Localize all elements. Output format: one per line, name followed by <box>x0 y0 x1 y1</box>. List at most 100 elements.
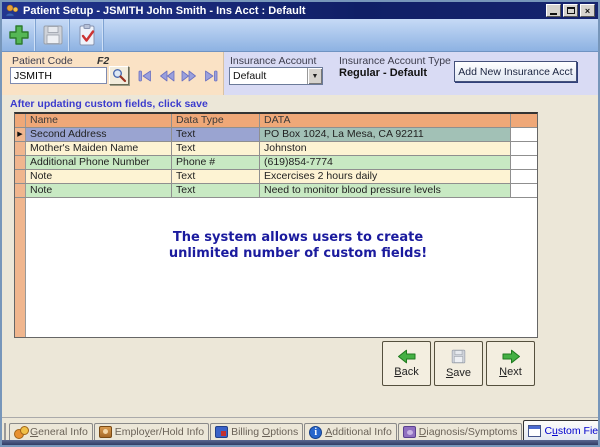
tab-label: General Info <box>30 426 88 438</box>
save-button-label: Save <box>446 367 471 379</box>
tab-employer-hold-info[interactable]: Employer/Hold Info <box>94 423 209 440</box>
maximize-button[interactable] <box>563 4 578 17</box>
row-selector[interactable] <box>15 156 26 169</box>
table-row[interactable]: Additional Phone Number Phone # (619)854… <box>15 156 537 170</box>
table-row[interactable]: Mother's Maiden Name Text Johnston <box>15 142 537 156</box>
cell-name[interactable]: Note <box>26 170 172 183</box>
cell-data-type[interactable]: Phone # <box>172 156 260 169</box>
cell-data-type[interactable]: Text <box>172 142 260 155</box>
chevron-down-icon[interactable]: ▼ <box>307 68 322 84</box>
status-message: After updating custom fields, click save <box>2 95 598 112</box>
tab-custom-fields[interactable]: Custom Fields <box>523 420 600 440</box>
search-icon <box>112 68 127 83</box>
next-record-icon <box>181 70 197 82</box>
table-row[interactable]: Note Text Excercises 2 hours daily <box>15 170 537 184</box>
column-header-data-type[interactable]: Data Type <box>172 114 260 127</box>
label-segment: ack <box>402 366 419 378</box>
cell-data[interactable]: Excercises 2 hours daily <box>260 170 511 183</box>
cell-name[interactable]: Mother's Maiden Name <box>26 142 172 155</box>
cell-data-type[interactable]: Text <box>172 170 260 183</box>
tab-billing-options[interactable]: Billing Options <box>210 423 303 440</box>
diagnosis-icon <box>403 426 416 438</box>
label-segment: N <box>499 366 507 378</box>
next-button[interactable]: Next <box>486 341 535 386</box>
table-row[interactable]: Note Text Need to monitor blood pressure… <box>15 184 537 198</box>
previous-record-button[interactable] <box>158 69 175 82</box>
tab-label: Diagnosis/Symptoms <box>419 426 518 438</box>
row-selector[interactable] <box>15 184 26 197</box>
tab-strip-notch <box>4 423 6 440</box>
save-record-button[interactable] <box>38 21 68 49</box>
insurance-account-value: Default <box>230 70 307 82</box>
back-button-label: Back <box>394 366 418 378</box>
title-bar: Patient Setup - JSMITH John Smith - Ins … <box>2 2 598 19</box>
cell-data[interactable]: (619)854-7774 <box>260 156 511 169</box>
cell-data[interactable]: Johnston <box>260 142 511 155</box>
label-segment: G <box>30 426 38 438</box>
cell-name[interactable]: Additional Phone Number <box>26 156 172 169</box>
tab-general-info[interactable]: General Info <box>9 423 93 440</box>
add-new-insurance-button[interactable]: Add New Insurance Acct <box>454 61 577 82</box>
last-record-icon <box>203 70 219 82</box>
insurance-account-label: Insurance Account <box>230 55 316 67</box>
cell-name[interactable]: Second Address <box>26 128 172 141</box>
validate-button[interactable] <box>72 21 102 49</box>
label-segment: er/Hold Info <box>150 426 204 438</box>
tab-label: Custom Fields <box>544 425 600 437</box>
grid-header-row: Name Data Type DATA <box>15 114 537 128</box>
cell-name[interactable]: Note <box>26 184 172 197</box>
first-record-icon <box>137 70 153 82</box>
toolbar-cell <box>36 19 70 51</box>
patient-code-input[interactable] <box>10 67 107 84</box>
header-corner-cell <box>15 114 26 127</box>
save-icon <box>41 23 65 47</box>
action-button-row: Back Save Next <box>382 341 535 386</box>
tab-additional-info[interactable]: Additional Info <box>304 423 397 440</box>
back-button[interactable]: Back <box>382 341 431 386</box>
label-segment: Emplo <box>115 426 145 438</box>
cell-data-type[interactable]: Text <box>172 184 260 197</box>
label-segment: stom Fields <box>558 425 600 437</box>
row-selector[interactable] <box>15 142 26 155</box>
promo-message-line1: The system allows users to create <box>59 230 537 246</box>
patient-search-button[interactable] <box>109 66 129 85</box>
close-button[interactable]: × <box>580 4 595 17</box>
label-segment: ext <box>507 366 522 378</box>
previous-record-icon <box>159 70 175 82</box>
toolbar-cell <box>2 19 36 51</box>
add-record-icon <box>7 23 31 47</box>
tab-label: Employer/Hold Info <box>115 426 204 438</box>
column-header-data[interactable]: DATA <box>260 114 511 127</box>
cell-data-type[interactable]: Text <box>172 128 260 141</box>
promo-message-line2: unlimited number of custom fields! <box>59 246 537 262</box>
row-selector[interactable] <box>15 170 26 183</box>
insurance-account-dropdown[interactable]: Default ▼ <box>229 67 323 85</box>
content-area: Name Data Type DATA ▶ Second Address Tex… <box>2 112 598 417</box>
app-icon <box>5 4 19 17</box>
next-record-button[interactable] <box>180 69 197 82</box>
column-header-name[interactable]: Name <box>26 114 172 127</box>
billing-icon <box>215 426 228 438</box>
f2-shortcut-label: F2 <box>97 55 109 67</box>
custom-fields-icon <box>528 425 541 437</box>
next-button-label: Next <box>499 366 522 378</box>
save-button[interactable]: Save <box>434 341 483 386</box>
back-arrow-icon <box>397 349 417 364</box>
last-record-button[interactable] <box>202 69 219 82</box>
tab-diagnosis-symptoms[interactable]: Diagnosis/Symptoms <box>398 423 523 440</box>
record-navigation <box>136 69 219 82</box>
main-toolbar <box>2 19 598 52</box>
first-record-button[interactable] <box>136 69 153 82</box>
insurance-type-label: Insurance Account Type <box>339 55 451 67</box>
promo-message: The system allows users to create unlimi… <box>15 230 537 262</box>
cell-data[interactable]: Need to monitor blood pressure levels <box>260 184 511 197</box>
label-segment: C <box>544 425 552 437</box>
selected-row-indicator-icon[interactable]: ▶ <box>15 128 26 141</box>
maximize-icon <box>567 7 575 14</box>
add-record-button[interactable] <box>4 21 34 49</box>
toolbar-cell <box>70 19 104 51</box>
cell-data[interactable]: PO Box 1024, La Mesa, CA 92211 <box>260 128 511 141</box>
table-row[interactable]: ▶ Second Address Text PO Box 1024, La Me… <box>15 128 537 142</box>
minimize-button[interactable] <box>546 4 561 17</box>
window-title: Patient Setup - JSMITH John Smith - Ins … <box>23 5 306 17</box>
